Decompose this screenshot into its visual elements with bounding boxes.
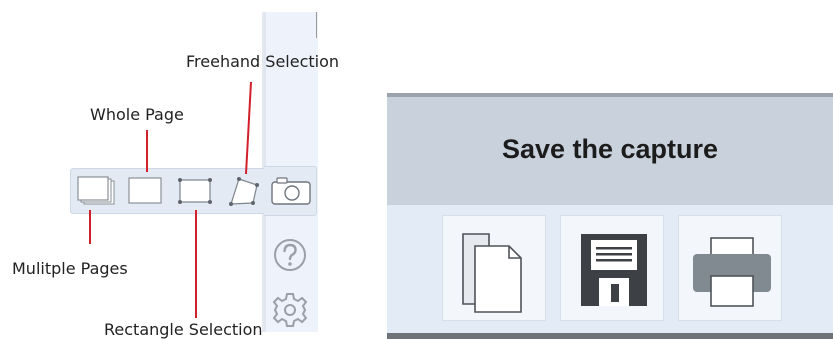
camera-icon (271, 177, 311, 205)
multiple-pages-tool[interactable] (77, 175, 117, 207)
capture-toolbar (70, 168, 268, 214)
whole-page-tool[interactable] (127, 175, 163, 207)
settings-button[interactable] (268, 288, 312, 330)
whole-page-callout-line (146, 130, 148, 172)
save-panel-title: Save the capture (501, 134, 719, 164)
question-mark-icon (274, 239, 306, 271)
rectangle-selection-callout-line (195, 210, 197, 318)
multiple-pages-callout-line (89, 210, 91, 244)
floppy-disk-icon (581, 234, 647, 306)
multiple-pages-label: Mulitple Pages (12, 259, 128, 278)
save-button[interactable] (560, 215, 664, 321)
print-button[interactable] (678, 215, 782, 321)
copy-button[interactable] (442, 215, 546, 321)
gear-icon (272, 293, 308, 327)
freehand-selection-label: Freehand Selection (186, 52, 340, 71)
help-button[interactable] (268, 235, 312, 275)
whole-page-icon (128, 177, 162, 204)
freehand-selection-callout-line (245, 81, 252, 175)
copy-pages-icon (462, 233, 522, 313)
rectangle-selection-icon (178, 178, 212, 204)
rectangle-selection-tool[interactable] (175, 175, 215, 207)
multiple-pages-icon (77, 176, 115, 205)
camera-button[interactable] (264, 166, 317, 216)
rectangle-selection-label: Rectangle Selection (104, 320, 263, 339)
sidebar-edge-line (316, 12, 317, 38)
printer-icon (693, 237, 771, 307)
whole-page-label: Whole Page (90, 105, 184, 124)
panel-bottom-edge (387, 333, 833, 339)
